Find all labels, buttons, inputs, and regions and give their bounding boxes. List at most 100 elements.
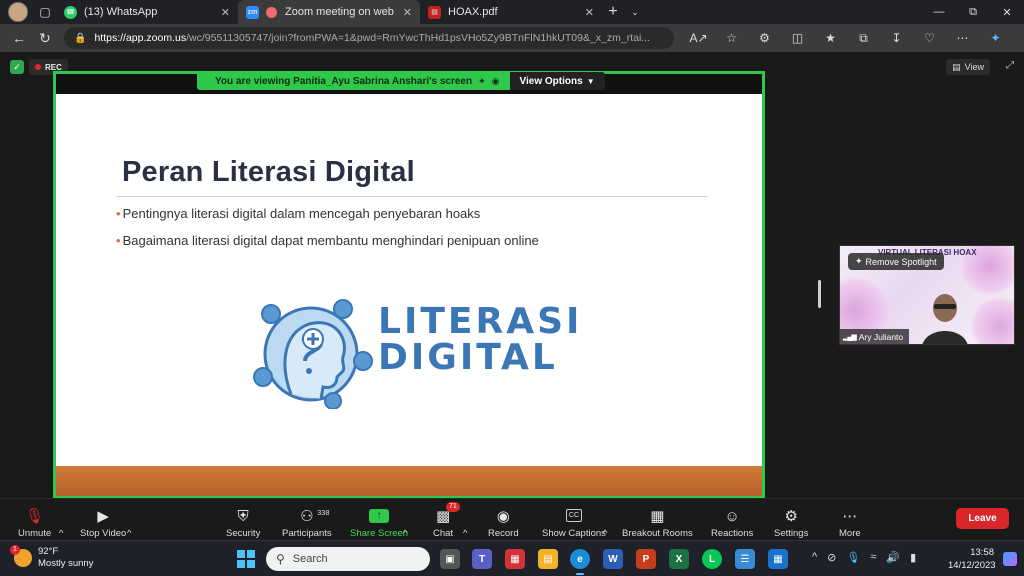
volume-icon[interactable]: 🔊	[886, 551, 900, 564]
file-explorer-icon[interactable]: ▤	[538, 549, 558, 569]
microphone-icon[interactable]: 🎙	[846, 551, 860, 564]
excel-icon[interactable]: X	[669, 549, 689, 569]
panel-resize-handle[interactable]	[818, 280, 821, 308]
unmute-label: Unmute	[18, 528, 52, 539]
record-status-icon: ◉	[491, 75, 500, 86]
participants-count: 338	[317, 508, 330, 517]
security-button[interactable]: ⛨ Security	[226, 501, 260, 539]
participant-video-tile[interactable]: VIRTUAL LITERASI HOAX ✦Remove Spotlight …	[839, 245, 1015, 345]
collections-icon[interactable]: ⧉	[847, 31, 880, 46]
breakout-rooms-button[interactable]: ▦ Breakout Rooms	[622, 501, 693, 539]
tab-zoom[interactable]: zm Zoom meeting on web ✕	[238, 0, 420, 24]
leave-button[interactable]: Leave	[956, 508, 1009, 529]
settings-button[interactable]: ⚙ Settings	[774, 501, 808, 539]
pin-icon[interactable]: ✦	[478, 76, 486, 87]
participant-person-icon	[922, 294, 968, 344]
close-icon[interactable]: ✕	[221, 6, 230, 19]
teams-icon[interactable]: T	[472, 549, 492, 569]
read-aloud-icon[interactable]: A↗	[682, 31, 715, 46]
stop-video-label: Stop Video	[80, 528, 127, 539]
viewing-notice-text: You are viewing Panitia_Ayu Sabrina Ansh…	[215, 75, 473, 87]
chevron-up-icon[interactable]: ^	[812, 551, 817, 564]
chevron-up-icon[interactable]: ^	[463, 501, 467, 539]
tab-label: Zoom meeting on web	[285, 6, 394, 18]
security-label: Security	[226, 528, 261, 539]
chevron-up-icon[interactable]: ^	[403, 501, 407, 539]
taskbar-search[interactable]: ⚲ Search	[266, 547, 430, 571]
favorites-icon[interactable]: ★	[814, 31, 847, 46]
chevron-up-icon[interactable]: ^	[127, 501, 131, 539]
network-off-icon[interactable]: ⊘	[827, 551, 836, 564]
line-icon[interactable]: L	[702, 549, 722, 569]
reactions-button[interactable]: ☺ Reactions	[711, 501, 753, 539]
split-screen-icon[interactable]: ◫	[781, 31, 814, 46]
downloads-icon[interactable]: ↧	[880, 31, 913, 46]
view-icon: ▤	[952, 61, 961, 72]
copilot-icon[interactable]: ✦	[979, 31, 1012, 46]
chevron-up-icon[interactable]: ^	[603, 501, 607, 539]
pdf-icon: ▤	[428, 5, 441, 19]
chevron-down-icon[interactable]: ⌄	[624, 1, 646, 23]
shield-icon[interactable]: ✓	[10, 60, 24, 74]
title-divider	[116, 196, 708, 197]
word-icon[interactable]: W	[603, 549, 623, 569]
participant-name-tag: ▂▄▆ Ary Julianto	[840, 329, 910, 344]
tab-hoax-pdf[interactable]: ▤ HOAX.pdf ✕	[420, 0, 602, 24]
windows-start-icon[interactable]	[237, 550, 255, 568]
unmute-button[interactable]: 🎙 Unmute	[18, 501, 51, 539]
zoom-icon: zm	[246, 5, 259, 19]
chat-button[interactable]: ▩ 71 Chat	[433, 501, 460, 539]
system-tray: ^ ⊘ 🎙 ≈ 🔊 ▮	[812, 551, 916, 564]
system-clock[interactable]: 13:58 14/12/2023	[948, 546, 996, 572]
slide-title: Peran Literasi Digital	[122, 156, 415, 188]
show-captions-button[interactable]: CC Show Captions	[542, 501, 606, 539]
participants-button[interactable]: ⚇ 338 Participants	[282, 501, 332, 539]
logo-line-2: DIGITAL	[378, 337, 558, 378]
close-icon[interactable]: ✕	[585, 6, 594, 19]
stop-video-button[interactable]: ▶ Stop Video	[80, 501, 126, 539]
signal-icon: ▂▄▆	[843, 333, 857, 341]
performance-icon[interactable]: ♡	[913, 31, 946, 46]
fullscreen-icon[interactable]: ⤢	[1006, 60, 1014, 71]
shared-screen: Peran Literasi Digital • Pentingnya liter…	[53, 71, 765, 499]
store-icon[interactable]: ▦	[505, 549, 525, 569]
battery-icon[interactable]: ▮	[910, 551, 916, 564]
minimize-icon[interactable]: —	[922, 6, 956, 19]
powerpoint-icon[interactable]: P	[636, 549, 656, 569]
window-close-icon[interactable]: ✕	[990, 6, 1024, 19]
task-view-icon[interactable]: ▣	[440, 549, 460, 569]
participants-icon: ⚇ 338	[300, 508, 330, 525]
remove-spotlight-button[interactable]: ✦ Remove Spotlight	[848, 253, 944, 270]
record-button[interactable]: ◉ Record	[488, 501, 519, 539]
weather-widget[interactable]: 1 92°F Mostly sunny	[10, 545, 93, 570]
more-button[interactable]: ⋯ More	[839, 501, 861, 539]
view-options-button[interactable]: View Options ▼	[509, 72, 605, 90]
copilot-tray-icon[interactable]	[1003, 552, 1017, 566]
url-host: https://app.zoom.us	[94, 32, 187, 44]
pin-icon: ✦	[855, 256, 863, 266]
notepad-icon[interactable]: ☰	[735, 549, 755, 569]
background-decoration	[970, 296, 1014, 344]
view-button[interactable]: ▤ View	[946, 59, 990, 75]
reactions-label: Reactions	[711, 528, 754, 539]
url-field[interactable]: 🔒 https://app.zoom.us/wc/95511305747/joi…	[64, 27, 674, 49]
browser-tabbar: ▢ ☎ (13) WhatsApp ✕ zm Zoom meeting on w…	[0, 0, 1024, 24]
calendar-icon[interactable]: ▦	[768, 549, 788, 569]
more-icon[interactable]: ⋯	[946, 31, 979, 46]
settings-label: Settings	[774, 528, 809, 539]
extensions-icon[interactable]: ⚙	[748, 31, 781, 46]
share-screen-button[interactable]: ↑ Share Screen	[350, 501, 408, 539]
profile-avatar[interactable]	[8, 2, 28, 22]
wifi-icon[interactable]: ≈	[870, 551, 876, 564]
chevron-up-icon[interactable]: ^	[59, 501, 63, 539]
restore-icon[interactable]: ⧉	[956, 6, 990, 19]
tab-actions-icon[interactable]: ▢	[34, 1, 56, 23]
refresh-icon[interactable]: ↻	[32, 27, 58, 49]
favorite-icon[interactable]: ☆	[715, 31, 748, 46]
slide-bullet: • Pentingnya literasi digital dalam mence…	[116, 206, 480, 221]
edge-icon[interactable]: e	[570, 549, 590, 575]
tab-whatsapp[interactable]: ☎ (13) WhatsApp ✕	[56, 0, 238, 24]
new-tab-icon[interactable]: +	[602, 1, 624, 23]
back-icon[interactable]: ←	[6, 27, 32, 49]
close-icon[interactable]: ✕	[403, 6, 412, 19]
